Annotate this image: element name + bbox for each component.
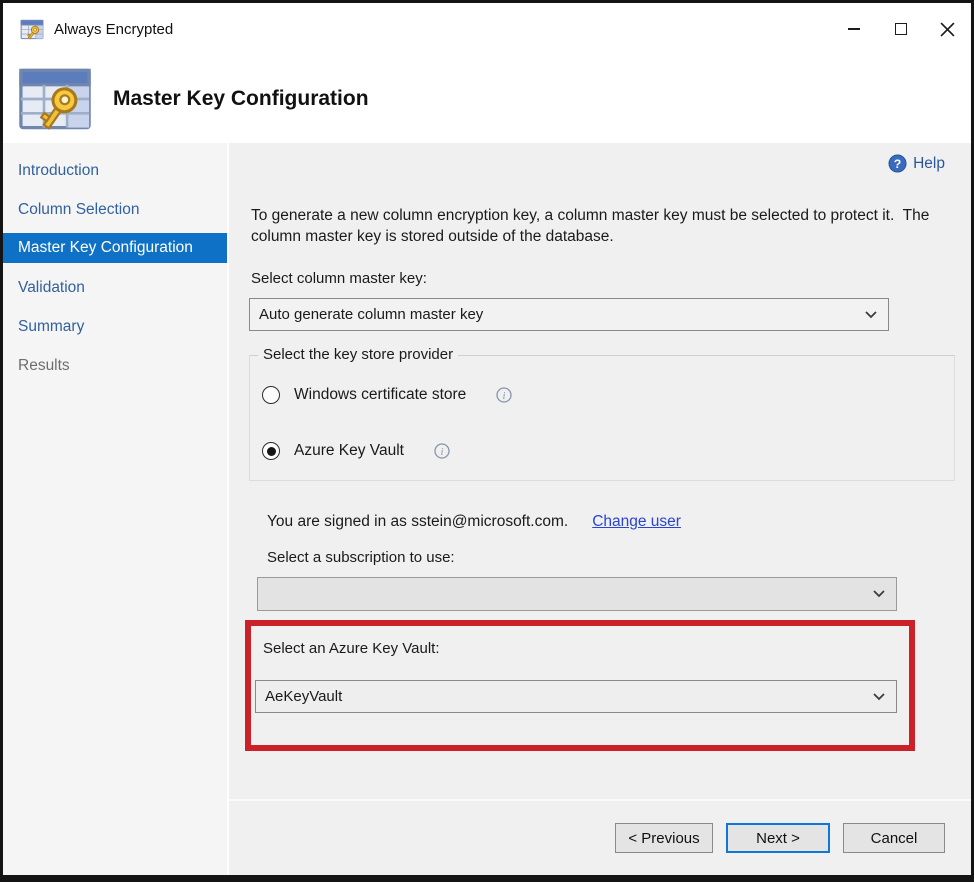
close-icon [940,22,955,37]
maximize-icon [895,23,907,35]
chevron-down-icon [873,590,885,598]
sidebar-item-column-selection[interactable]: Column Selection [3,190,227,229]
minimize-icon [848,28,860,30]
info-icon[interactable]: i [434,443,450,459]
wizard-footer: < Previous Next > Cancel [229,799,971,875]
highlight-annotation: Select an Azure Key Vault: AeKeyVault [245,620,915,751]
intro-paragraph: To generate a new column encryption key,… [251,205,946,247]
svg-text:?: ? [894,157,902,171]
svg-text:i: i [503,391,506,402]
sidebar-item-introduction[interactable]: Introduction [3,151,227,190]
radio-azure-key-vault-label: Azure Key Vault [294,442,404,460]
key-store-provider-group: Select the key store provider Windows ce… [249,355,955,481]
sidebar-item-summary[interactable]: Summary [3,307,227,346]
window-title: Always Encrypted [54,21,173,38]
signed-in-status: You are signed in as sstein@microsoft.co… [267,513,681,531]
main-panel: ? Help To generate a new column encrypti… [229,143,971,799]
previous-button[interactable]: < Previous [615,823,713,853]
master-key-dropdown[interactable]: Auto generate column master key [249,298,889,331]
vault-label: Select an Azure Key Vault: [263,640,440,657]
change-user-link[interactable]: Change user [592,513,681,530]
close-button[interactable] [924,3,971,55]
svg-text:i: i [441,447,444,458]
sidebar-item-results: Results [3,346,227,385]
window-controls [830,3,971,55]
radio-selected-icon [262,442,280,460]
radio-azure-key-vault[interactable]: Azure Key Vault i [262,442,450,460]
signed-in-text: You are signed in as sstein@microsoft.co… [267,513,568,530]
vault-dropdown[interactable]: AeKeyVault [255,680,897,713]
wizard-window: Always Encrypted Master Key Configuratio… [0,0,974,882]
title-bar: Always Encrypted [3,3,971,55]
radio-windows-certificate-store-label: Windows certificate store [294,386,466,404]
wizard-steps-sidebar: Introduction Column Selection Master Key… [3,143,229,875]
vault-dropdown-value: AeKeyVault [265,688,342,705]
master-key-dropdown-value: Auto generate column master key [259,306,483,323]
help-link[interactable]: ? Help [888,154,945,173]
maximize-button[interactable] [877,3,924,55]
subscription-label: Select a subscription to use: [267,549,455,566]
minimize-button[interactable] [830,3,877,55]
chevron-down-icon [865,311,877,319]
page-title: Master Key Configuration [113,87,369,111]
wizard-content: ? Help To generate a new column encrypti… [229,143,971,875]
master-key-label: Select column master key: [251,270,427,287]
sidebar-item-validation[interactable]: Validation [3,268,227,307]
help-icon: ? [888,154,907,173]
info-icon[interactable]: i [496,387,512,403]
radio-windows-certificate-store[interactable]: Windows certificate store i [262,386,512,404]
next-button[interactable]: Next > [726,823,830,853]
cancel-button[interactable]: Cancel [843,823,945,853]
help-label: Help [913,155,945,173]
sidebar-item-master-key-configuration[interactable]: Master Key Configuration [3,233,227,263]
key-store-provider-group-title: Select the key store provider [258,346,458,363]
wizard-body: Introduction Column Selection Master Key… [3,143,971,875]
subscription-dropdown[interactable] [257,577,897,611]
radio-unselected-icon [262,386,280,404]
wizard-header: Master Key Configuration [3,55,971,143]
table-key-icon [17,66,93,132]
app-icon [20,19,44,40]
chevron-down-icon [873,693,885,701]
